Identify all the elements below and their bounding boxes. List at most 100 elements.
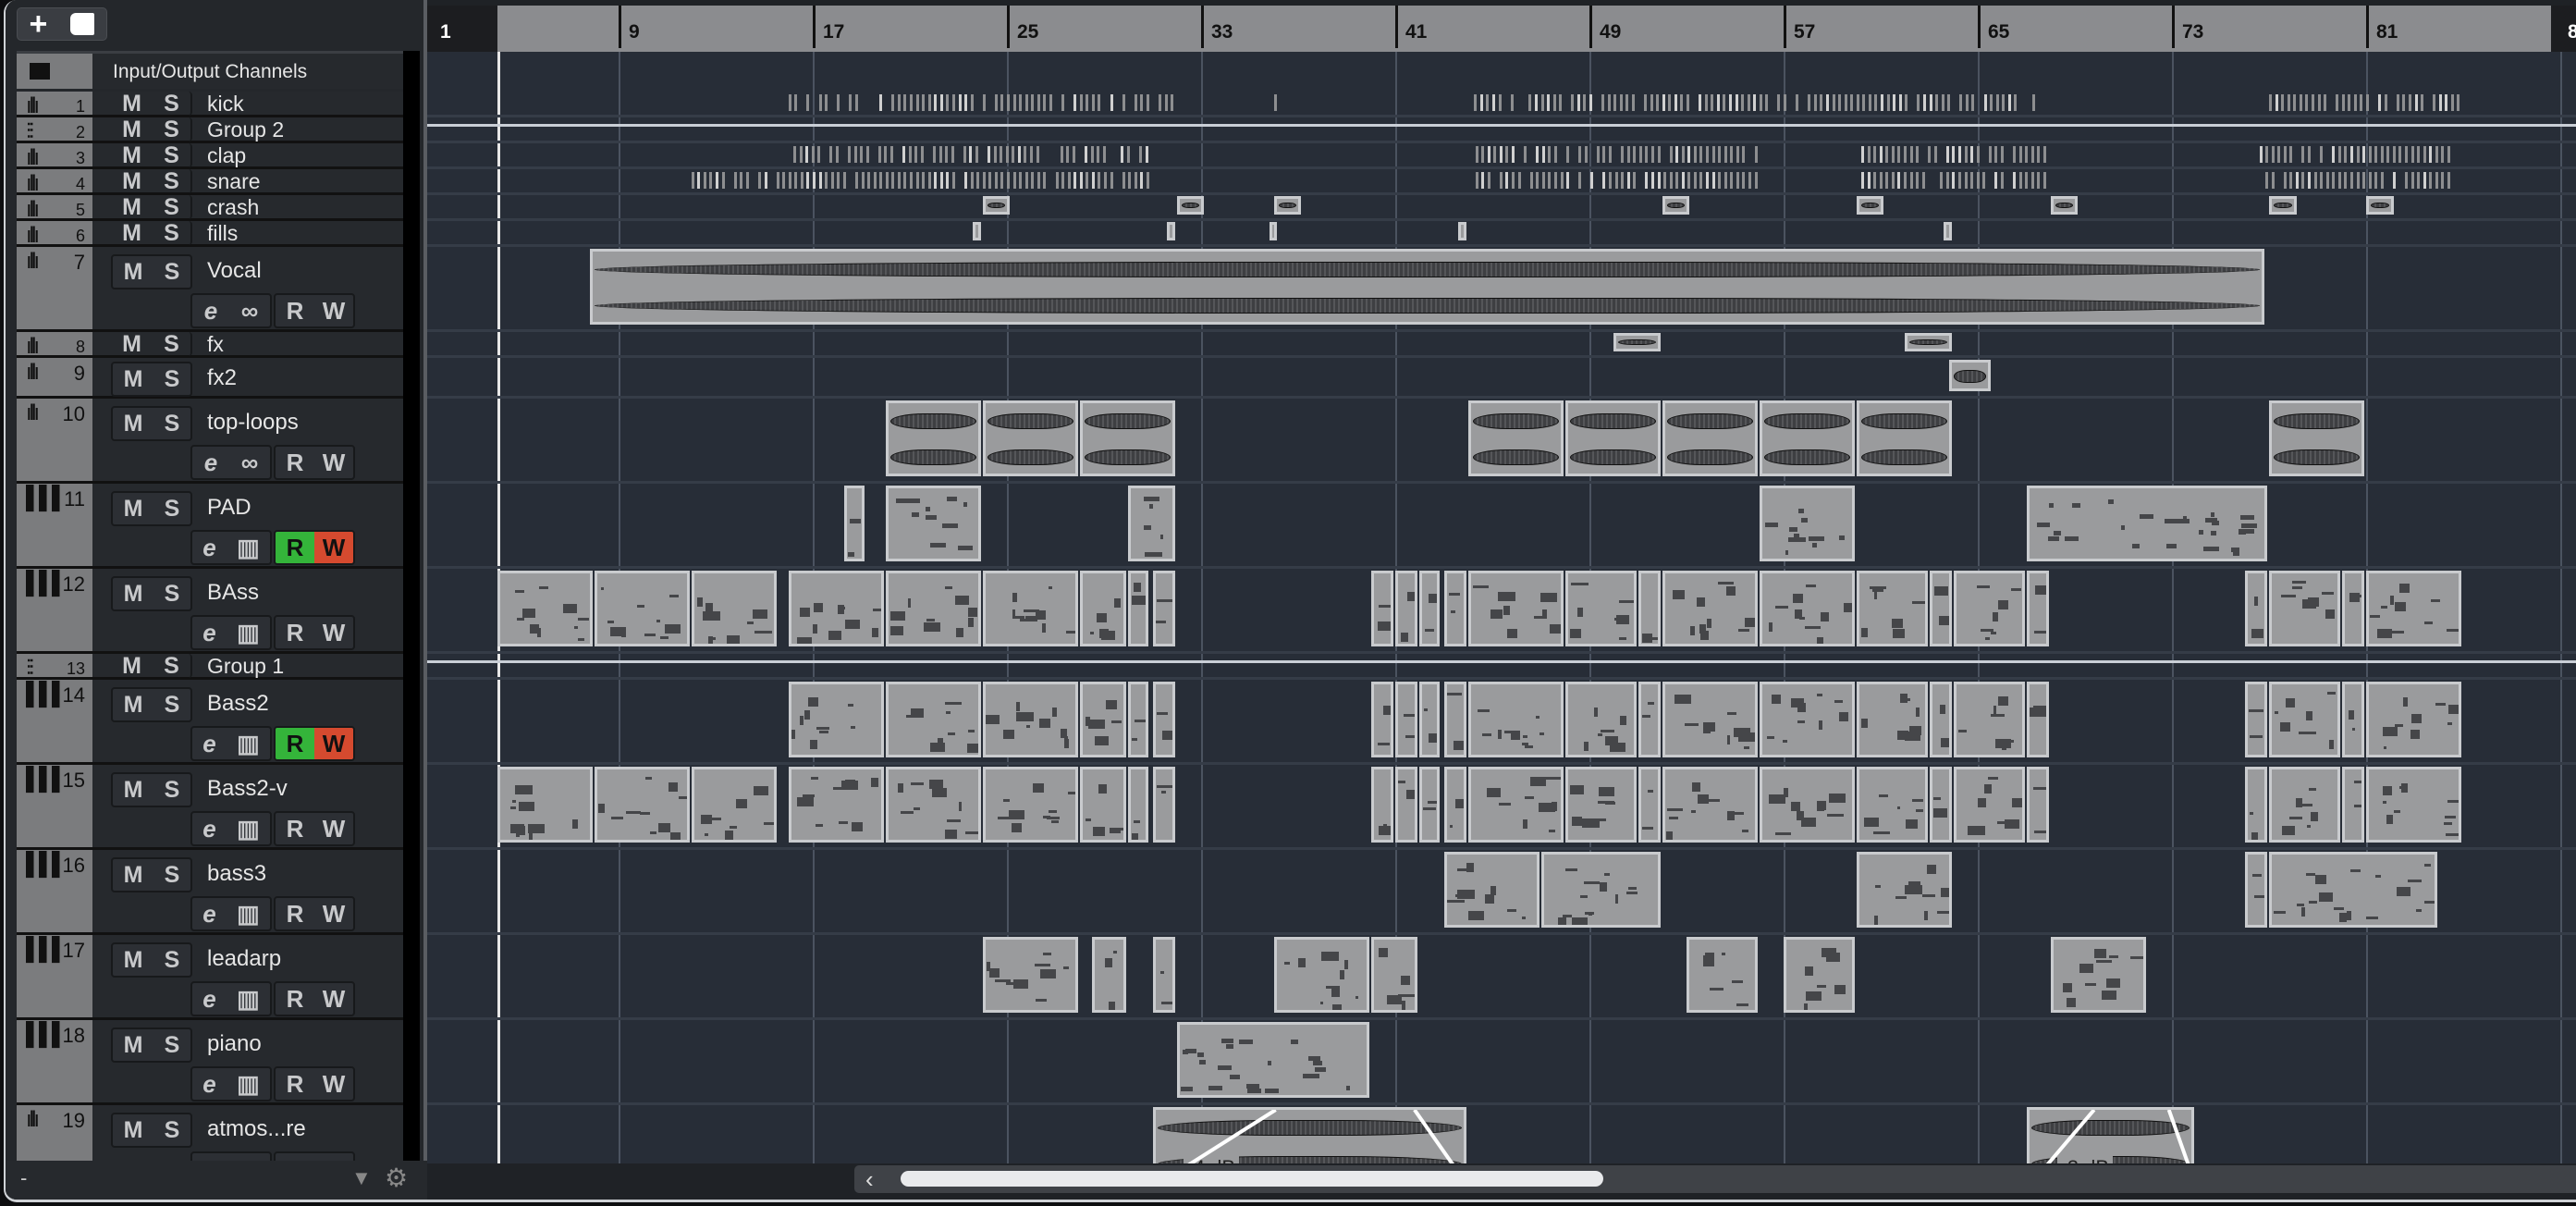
keyboard-icon[interactable]: ▥ xyxy=(237,730,260,758)
keyboard-icon[interactable]: ▥ xyxy=(237,619,260,647)
midi-part[interactable] xyxy=(1467,682,1564,757)
solo-button[interactable]: S xyxy=(164,653,179,680)
track-leadarp[interactable]: ▌▌▌ 17 M Sleadarp e ▥ R W xyxy=(17,935,403,1020)
midi-part[interactable] xyxy=(2026,571,2049,646)
solo-button[interactable]: S xyxy=(165,1032,180,1059)
solo-button[interactable]: S xyxy=(164,331,179,358)
audio-part[interactable] xyxy=(1079,400,1175,476)
mute-button[interactable]: M xyxy=(122,331,141,358)
solo-button[interactable]: S xyxy=(164,91,179,117)
solo-button[interactable]: S xyxy=(164,117,179,143)
track-bass[interactable]: ▌▌▌ 12 M S BAss e ▥ R W xyxy=(17,569,403,654)
audio-part[interactable] xyxy=(1662,196,1690,215)
midi-part[interactable] xyxy=(2341,571,2364,646)
audio-part[interactable] xyxy=(1467,400,1564,476)
midi-part[interactable] xyxy=(1443,571,1466,646)
midi-part[interactable] xyxy=(2026,682,2049,757)
midi-part[interactable] xyxy=(1128,571,1148,646)
track-name[interactable]: fx2 xyxy=(207,365,237,391)
midi-part[interactable] xyxy=(1856,767,1928,843)
solo-button[interactable]: S xyxy=(165,692,180,719)
audio-part[interactable] xyxy=(1944,222,1952,240)
audio-part[interactable] xyxy=(1662,400,1758,476)
midi-part[interactable] xyxy=(2341,767,2364,843)
midi-part[interactable] xyxy=(1395,767,1418,843)
midi-part[interactable] xyxy=(1370,937,1418,1013)
midi-part[interactable] xyxy=(594,571,690,646)
audio-part[interactable] xyxy=(2269,400,2364,476)
audio-part[interactable] xyxy=(2269,196,2297,215)
track-name[interactable]: fills xyxy=(207,221,238,246)
edit-button[interactable]: e xyxy=(202,534,215,562)
mute-button[interactable]: M xyxy=(122,220,141,247)
midi-part[interactable] xyxy=(1856,571,1928,646)
midi-part[interactable] xyxy=(1370,571,1393,646)
link-icon[interactable]: ∞ xyxy=(241,297,259,326)
scrollbar[interactable]: ‹ › xyxy=(854,1165,2576,1193)
mute-button[interactable]: M xyxy=(124,259,143,286)
midi-part[interactable] xyxy=(497,571,593,646)
edit-button[interactable]: e xyxy=(204,449,217,477)
track-top-loops[interactable]: ıllı 10 M Stop-loops e ∞ R W xyxy=(17,399,403,484)
midi-part[interactable] xyxy=(2366,767,2461,843)
mute-button[interactable]: M xyxy=(122,168,141,195)
mute-button[interactable]: M xyxy=(122,142,141,169)
track-group-1[interactable]: ⫶⫶ 13 M S Group 1 xyxy=(17,653,403,681)
track-name[interactable]: piano xyxy=(207,1031,262,1057)
event-display[interactable]: -4 dB -3 dB xyxy=(427,52,2576,1163)
midi-part[interactable] xyxy=(497,767,593,843)
write-automation-button[interactable]: W xyxy=(314,617,353,648)
edit-button[interactable]: e xyxy=(202,815,215,843)
midi-part[interactable] xyxy=(788,682,884,757)
track-name[interactable]: Bass2-v xyxy=(207,776,288,802)
mute-button[interactable]: M xyxy=(122,117,141,143)
midi-part[interactable] xyxy=(788,767,884,843)
track-bass2[interactable]: ▌▌▌ 14 M S Bass2 e ▥ R W xyxy=(17,680,403,765)
midi-part[interactable] xyxy=(1152,571,1175,646)
midi-part[interactable] xyxy=(1091,937,1127,1013)
audio-part[interactable] xyxy=(973,222,981,240)
track-vocal[interactable]: ıllı 7 M S Vocal e ∞ R W xyxy=(17,247,403,332)
audio-part[interactable] xyxy=(589,249,2265,325)
midi-part[interactable] xyxy=(1152,682,1175,757)
edit-button[interactable]: e xyxy=(202,900,215,929)
midi-part[interactable] xyxy=(982,571,1078,646)
write-automation-button[interactable]: W xyxy=(314,532,353,563)
midi-part[interactable] xyxy=(1564,682,1637,757)
track-name[interactable]: leadarp xyxy=(207,946,281,972)
mute-button[interactable]: M xyxy=(124,1032,143,1059)
solo-button[interactable]: S xyxy=(164,220,179,247)
solo-button[interactable]: S xyxy=(165,862,180,889)
midi-part[interactable] xyxy=(2244,682,2267,757)
edit-button[interactable]: e xyxy=(204,297,217,326)
midi-part[interactable] xyxy=(1370,682,1393,757)
midi-part[interactable] xyxy=(1079,767,1127,843)
track-name[interactable]: Bass2 xyxy=(207,691,269,717)
midi-part[interactable] xyxy=(1152,937,1175,1013)
track-bass2-v[interactable]: ▌▌▌ 15 M S Bass2-v e ▥ R W xyxy=(17,765,403,850)
mute-button[interactable]: M xyxy=(122,91,141,117)
read-automation-button[interactable]: R xyxy=(276,898,314,929)
scroll-thumb[interactable] xyxy=(901,1171,1603,1187)
midi-part[interactable] xyxy=(1638,682,1661,757)
solo-button[interactable]: S xyxy=(165,1117,180,1144)
midi-part[interactable] xyxy=(1443,682,1466,757)
solo-button[interactable]: S xyxy=(164,194,179,221)
midi-part[interactable] xyxy=(1953,571,2025,646)
track-name[interactable]: Group 2 xyxy=(207,117,284,142)
write-automation-button[interactable]: W xyxy=(314,898,353,929)
write-automation-button[interactable]: W xyxy=(314,813,353,844)
midi-part[interactable] xyxy=(788,571,884,646)
folder-options-icon[interactable] xyxy=(70,13,95,35)
audio-part[interactable] xyxy=(1948,360,1991,391)
track-crash[interactable]: ıllı 5 M Scrash xyxy=(17,194,403,222)
mute-button[interactable]: M xyxy=(124,496,143,523)
scroll-left-icon[interactable]: ‹ xyxy=(865,1165,874,1194)
track-name[interactable]: bass3 xyxy=(207,861,266,887)
read-automation-button[interactable]: R xyxy=(276,295,314,326)
track-name[interactable]: PAD xyxy=(207,495,251,521)
midi-part[interactable] xyxy=(1687,937,1758,1013)
solo-button[interactable]: S xyxy=(165,411,180,437)
midi-part[interactable] xyxy=(1662,682,1758,757)
midi-part[interactable] xyxy=(1273,937,1369,1013)
